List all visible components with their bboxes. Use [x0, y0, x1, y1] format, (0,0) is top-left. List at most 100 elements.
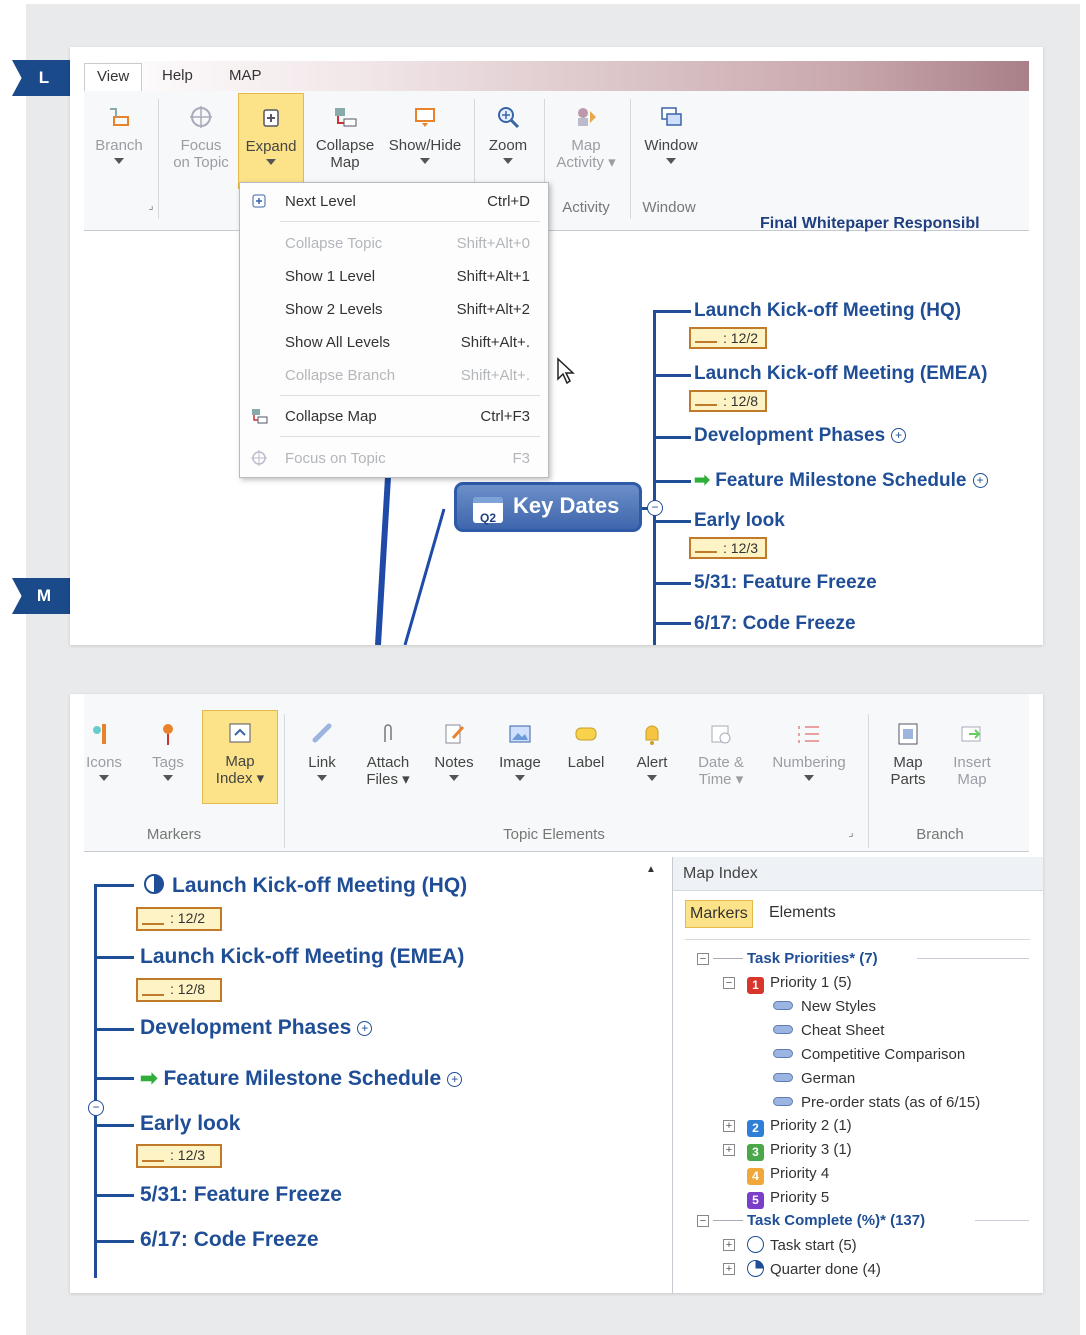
tree-task-priorities[interactable]: Task Priorities* (7) — [747, 950, 878, 967]
tree-item[interactable]: Cheat Sheet — [773, 1022, 884, 1039]
tab-help[interactable]: Help — [162, 67, 193, 84]
tree-item[interactable]: Pre-order stats (as of 6/15) — [773, 1094, 980, 1111]
tree-line — [713, 958, 743, 959]
ribbon-tab-bar: View Help MAP — [84, 61, 1029, 91]
menu-item-next-level[interactable]: Next Level Ctrl+D — [240, 187, 548, 217]
screenshot-l: View Help MAP Branch Focus on Topic Expa… — [70, 47, 1043, 645]
tree-task-start[interactable]: Task start (5) — [747, 1236, 857, 1254]
topic-feature-freeze[interactable]: 5/31: Feature Freeze — [694, 572, 877, 594]
topic-code-freeze[interactable]: 6/17: Code Freeze — [694, 613, 856, 635]
notes-button[interactable]: Notes — [426, 722, 482, 781]
collapse-box-icon[interactable]: − — [723, 977, 735, 989]
ribbon-separator — [158, 99, 159, 219]
group-label-window: Window — [642, 199, 696, 216]
topic-feature-freeze[interactable]: 5/31: Feature Freeze — [140, 1183, 342, 1207]
icons-button[interactable]: Icons — [82, 722, 126, 781]
collapse-toggle-icon[interactable]: − — [88, 1100, 104, 1116]
expand-plus-icon[interactable]: + — [891, 428, 907, 444]
branch-line — [94, 1124, 134, 1127]
topic-launch-emea[interactable]: Launch Kick-off Meeting (EMEA) — [694, 363, 987, 385]
branch-line — [94, 1240, 134, 1243]
dialog-launcher-icon[interactable]: ⌟ — [844, 826, 858, 839]
date-time-button[interactable]: Date & Time ▾ — [688, 722, 754, 788]
collapse-map-button[interactable]: Collapse Map — [310, 105, 380, 171]
date-badge: : 12/3 — [136, 1144, 222, 1168]
map-parts-button[interactable]: Map Parts — [880, 722, 936, 788]
topic-launch-emea[interactable]: Launch Kick-off Meeting (EMEA) — [140, 945, 464, 969]
map-activity-button[interactable]: Map Activity ▾ — [548, 105, 624, 171]
map-index-button[interactable]: Map Index ▾ — [202, 710, 278, 804]
expand-box-icon[interactable]: + — [723, 1263, 735, 1275]
image-button[interactable]: Image — [490, 722, 550, 781]
tab-view[interactable]: View — [84, 63, 143, 91]
tree-item[interactable]: New Styles — [773, 998, 876, 1015]
expand-plus-icon[interactable]: + — [447, 1071, 463, 1087]
topic-development-phases[interactable]: Development Phases + — [140, 1016, 373, 1040]
expand-box-icon[interactable]: + — [723, 1120, 735, 1132]
expand-plus-icon[interactable]: + — [357, 1020, 373, 1036]
topic-development-phases[interactable]: Development Phases + — [694, 425, 907, 447]
insert-map-button[interactable]: Insert Map — [942, 722, 1002, 788]
menu-item-show-1-level[interactable]: Show 1 Level Shift+Alt+1 — [240, 262, 548, 292]
zoom-button[interactable]: Zoom — [480, 105, 536, 164]
label-button[interactable]: Label — [558, 722, 614, 771]
show-hide-button[interactable]: Show/Hide — [384, 105, 466, 164]
menu-item-collapse-map[interactable]: Collapse Map Ctrl+F3 — [240, 402, 548, 432]
image-icon — [509, 725, 531, 743]
tree-priority-1[interactable]: 1 Priority 1 (5) — [747, 974, 852, 994]
menu-item-show-all-levels[interactable]: Show All Levels Shift+Alt+. — [240, 328, 548, 358]
window-button[interactable]: Window — [636, 105, 706, 164]
topic-launch-hq[interactable]: Launch Kick-off Meeting (HQ) — [694, 300, 961, 322]
branch-line — [653, 480, 691, 483]
tree-priority-3[interactable]: 3 Priority 3 (1) — [747, 1141, 852, 1161]
focus-on-topic-button[interactable]: Focus on Topic — [168, 105, 234, 171]
menu-item-focus-on-topic[interactable]: Focus on Topic F3 — [240, 444, 548, 474]
topic-launch-hq[interactable]: Launch Kick-off Meeting (HQ) — [144, 874, 467, 898]
group-label-branch: Branch — [916, 826, 964, 843]
menu-separator — [280, 436, 540, 437]
date-badge: : 12/8 — [689, 390, 767, 412]
tree-item[interactable]: German — [773, 1070, 855, 1087]
dialog-launcher-icon[interactable]: ⌟ — [144, 199, 158, 212]
topic-early-look[interactable]: Early look — [140, 1112, 240, 1136]
expand-box-icon[interactable]: + — [723, 1144, 735, 1156]
collapse-box-icon[interactable]: − — [697, 953, 709, 965]
central-topic-key-dates[interactable]: Q2 Key Dates — [454, 482, 642, 532]
expand-plus-icon[interactable]: + — [972, 473, 988, 489]
group-label-topic-elements: Topic Elements — [503, 826, 605, 843]
tab-elements[interactable]: Elements — [769, 904, 836, 922]
tab-markers[interactable]: Markers — [685, 900, 753, 928]
show-hide-icon — [415, 108, 435, 127]
topic-feature-milestone[interactable]: ➡ Feature Milestone Schedule + — [694, 469, 988, 492]
partial-topic[interactable]: Final Whitepaper Responsibl — [760, 215, 980, 233]
topic-feature-milestone[interactable]: ➡ Feature Milestone Schedule + — [140, 1066, 463, 1091]
date-badge: : 12/8 — [136, 978, 222, 1002]
branch-line — [653, 520, 691, 523]
numbering-button[interactable]: Numbering — [762, 722, 856, 781]
menu-item-show-2-levels[interactable]: Show 2 Levels Shift+Alt+2 — [240, 295, 548, 325]
tree-priority-4[interactable]: 4 Priority 4 — [747, 1165, 829, 1185]
topic-code-freeze[interactable]: 6/17: Code Freeze — [140, 1228, 319, 1252]
tree-task-complete[interactable]: Task Complete (%)* (137) — [747, 1212, 925, 1229]
tree-priority-5[interactable]: 5 Priority 5 — [747, 1189, 829, 1209]
link-button[interactable]: Link — [296, 722, 348, 781]
tree-priority-2[interactable]: 2 Priority 2 (1) — [747, 1117, 852, 1137]
tree-line — [713, 1220, 743, 1221]
branch-button[interactable]: Branch — [90, 105, 148, 164]
topic-pill-icon — [773, 1073, 793, 1082]
collapse-toggle-icon[interactable]: − — [647, 500, 663, 516]
attach-files-button[interactable]: Attach Files ▾ — [358, 722, 418, 788]
expand-button[interactable]: Expand — [238, 93, 304, 189]
collapse-map-icon — [335, 108, 357, 127]
expand-box-icon[interactable]: + — [723, 1239, 735, 1251]
tree-quarter-done[interactable]: Quarter done (4) — [747, 1260, 881, 1278]
tags-button[interactable]: Tags — [146, 722, 190, 781]
collapse-box-icon[interactable]: − — [697, 1215, 709, 1227]
tab-map[interactable]: MAP — [229, 67, 262, 84]
menu-item-collapse-branch[interactable]: Collapse Branch Shift+Alt+. — [240, 361, 548, 391]
alert-button[interactable]: Alert — [624, 722, 680, 781]
menu-item-collapse-topic[interactable]: Collapse Topic Shift+Alt+0 — [240, 229, 548, 259]
scroll-up-icon[interactable]: ▲ — [644, 864, 658, 878]
topic-early-look[interactable]: Early look — [694, 510, 785, 532]
tree-item[interactable]: Competitive Comparison — [773, 1046, 965, 1063]
